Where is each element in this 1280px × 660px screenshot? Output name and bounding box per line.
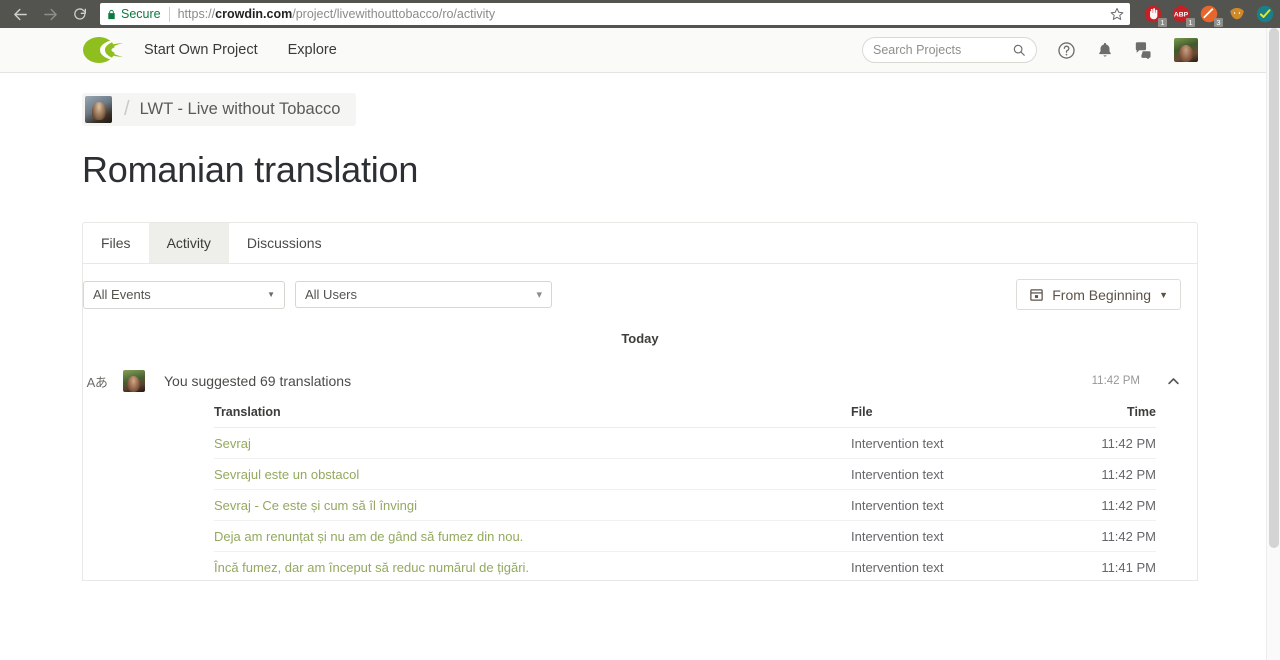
- address-bar[interactable]: Secure https://crowdin.com/project/livew…: [100, 3, 1130, 25]
- tab-files[interactable]: Files: [83, 223, 149, 263]
- chevron-down-icon: ▼: [267, 290, 275, 299]
- project-avatar[interactable]: [85, 96, 112, 123]
- activity-entry-header[interactable]: Aあ You suggested 69 translations 11:42 P…: [83, 367, 1197, 395]
- fox-extension-icon[interactable]: [1228, 5, 1246, 23]
- adblock-plus-icon[interactable]: ABP 1: [1172, 5, 1195, 27]
- translations-table-body: Sevraj Intervention text 11:42 PM Sevrajul …: [214, 427, 1156, 580]
- url-domain: crowdin.com: [215, 7, 293, 21]
- row-time: 11:42 PM: [1046, 458, 1156, 490]
- chevron-up-icon[interactable]: [1166, 374, 1181, 389]
- translation-link[interactable]: Deja am renunțat și nu am de gând să fum…: [214, 520, 851, 552]
- translations-table-head: Translation File Time: [214, 405, 1156, 428]
- orange-extension-badge: 3: [1214, 18, 1223, 27]
- file-name: Intervention text: [851, 551, 1046, 580]
- page-content: / LWT - Live without Tobacco Romanian tr…: [0, 73, 1280, 659]
- chevron-down-icon: ▼: [1159, 289, 1168, 300]
- notifications-bell-icon[interactable]: [1096, 41, 1114, 59]
- crowdin-logo[interactable]: [82, 35, 124, 65]
- activity-time: 11:42 PM: [1091, 375, 1140, 387]
- table-row: Sevrajul este un obstacol Intervention te…: [214, 458, 1156, 490]
- explore-link[interactable]: Explore: [288, 42, 337, 58]
- row-time: 11:42 PM: [1046, 427, 1156, 459]
- table-header-row: Translation File Time: [214, 405, 1156, 428]
- calendar-icon: [1029, 287, 1044, 302]
- translation-link[interactable]: Încă fumez, dar am început să reduc numă…: [214, 551, 851, 580]
- translation-link[interactable]: Sevraj - Ce este și cum să îl învingi: [214, 489, 851, 521]
- url-prefix: https://: [177, 7, 216, 21]
- teal-check-extension-icon[interactable]: [1256, 5, 1274, 23]
- date-range-button[interactable]: From Beginning ▼: [1016, 279, 1181, 310]
- all-events-select[interactable]: All Events ▼: [83, 280, 285, 309]
- orange-circle-extension-icon[interactable]: 3: [1200, 5, 1223, 27]
- file-name: Intervention text: [851, 520, 1046, 552]
- search-projects-box[interactable]: [862, 37, 1037, 63]
- table-row: Sevraj - Ce este și cum să îl învingi Int…: [214, 489, 1156, 521]
- page-title: Romanian translation: [82, 149, 419, 190]
- activity-entry: Aあ You suggested 69 translations 11:42 P…: [83, 367, 1197, 580]
- help-icon[interactable]: [1057, 41, 1076, 60]
- search-input[interactable]: [873, 43, 1012, 57]
- activity-user-avatar[interactable]: [123, 370, 145, 392]
- all-events-value: All Events: [93, 287, 151, 302]
- date-range-label: From Beginning: [1052, 286, 1152, 303]
- chevron-down-icon: ▾: [536, 289, 542, 301]
- adblock-hand-badge: 1: [1158, 18, 1167, 27]
- translations-table: Translation File Time Sevraj Intervention…: [214, 405, 1156, 580]
- row-time: 11:42 PM: [1046, 489, 1156, 521]
- table-row: Deja am renunțat și nu am de gând să fum…: [214, 520, 1156, 552]
- secure-label: Secure: [121, 7, 161, 21]
- bookmark-star-icon[interactable]: [1110, 7, 1124, 21]
- user-avatar[interactable]: [1174, 38, 1198, 62]
- adblock-hand-icon[interactable]: 1: [1144, 5, 1167, 27]
- column-header-translation: Translation: [214, 405, 851, 428]
- column-header-time: Time: [1046, 405, 1156, 428]
- lock-icon: [106, 8, 117, 21]
- filter-row: All Events ▼ All Users ▾ From Beginning …: [83, 264, 1197, 310]
- tab-bar: Files Activity Discussions: [82, 222, 1198, 264]
- translation-Aa-icon: Aあ: [86, 374, 108, 390]
- file-name: Intervention text: [851, 427, 1046, 459]
- translation-link[interactable]: Sevrajul este un obstacol: [214, 458, 851, 490]
- omnibox-divider: [168, 6, 170, 22]
- tab-discussions[interactable]: Discussions: [229, 223, 340, 263]
- page-scrollbar-thumb[interactable]: [1269, 28, 1279, 548]
- adblock-plus-badge: 1: [1186, 18, 1195, 27]
- column-header-file: File: [851, 405, 1046, 428]
- url-text: https://crowdin.com/project/livewithoutt…: [178, 7, 1104, 21]
- row-time: 11:42 PM: [1046, 520, 1156, 552]
- messages-chat-icon[interactable]: [1134, 41, 1154, 59]
- extensions-bar: 1 ABP 1 3: [1138, 5, 1274, 27]
- reload-button[interactable]: [66, 0, 94, 28]
- all-users-select[interactable]: All Users ▾: [295, 281, 552, 308]
- search-icon[interactable]: [1012, 43, 1026, 57]
- tab-activity[interactable]: Activity: [148, 223, 229, 263]
- site-header: Start Own Project Explore: [0, 28, 1280, 73]
- table-row: Încă fumez, dar am început să reduc numă…: [214, 551, 1156, 580]
- row-time: 11:41 PM: [1046, 551, 1156, 580]
- header-right-group: [862, 37, 1198, 63]
- breadcrumb-separator: /: [124, 98, 130, 120]
- breadcrumb-project-link[interactable]: LWT - Live without Tobacco: [140, 100, 341, 119]
- page-scrollbar[interactable]: [1266, 28, 1280, 660]
- start-own-project-link[interactable]: Start Own Project: [144, 42, 258, 58]
- table-row: Sevraj Intervention text 11:42 PM: [214, 427, 1156, 459]
- day-divider: Today: [621, 331, 659, 346]
- translation-link[interactable]: Sevraj: [214, 427, 851, 459]
- all-users-value: All Users: [305, 287, 358, 302]
- activity-panel: All Events ▼ All Users ▾ From Beginning …: [82, 264, 1198, 581]
- url-path: /project/livewithouttobacco/ro/activity: [292, 7, 496, 21]
- browser-toolbar: Secure https://crowdin.com/project/livew…: [0, 0, 1280, 28]
- file-name: Intervention text: [851, 458, 1046, 490]
- activity-title: You suggested 69 translations: [164, 373, 352, 389]
- breadcrumb: / LWT - Live without Tobacco: [82, 93, 357, 126]
- back-button[interactable]: [6, 0, 34, 28]
- forward-button[interactable]: [36, 0, 64, 28]
- file-name: Intervention text: [851, 489, 1046, 521]
